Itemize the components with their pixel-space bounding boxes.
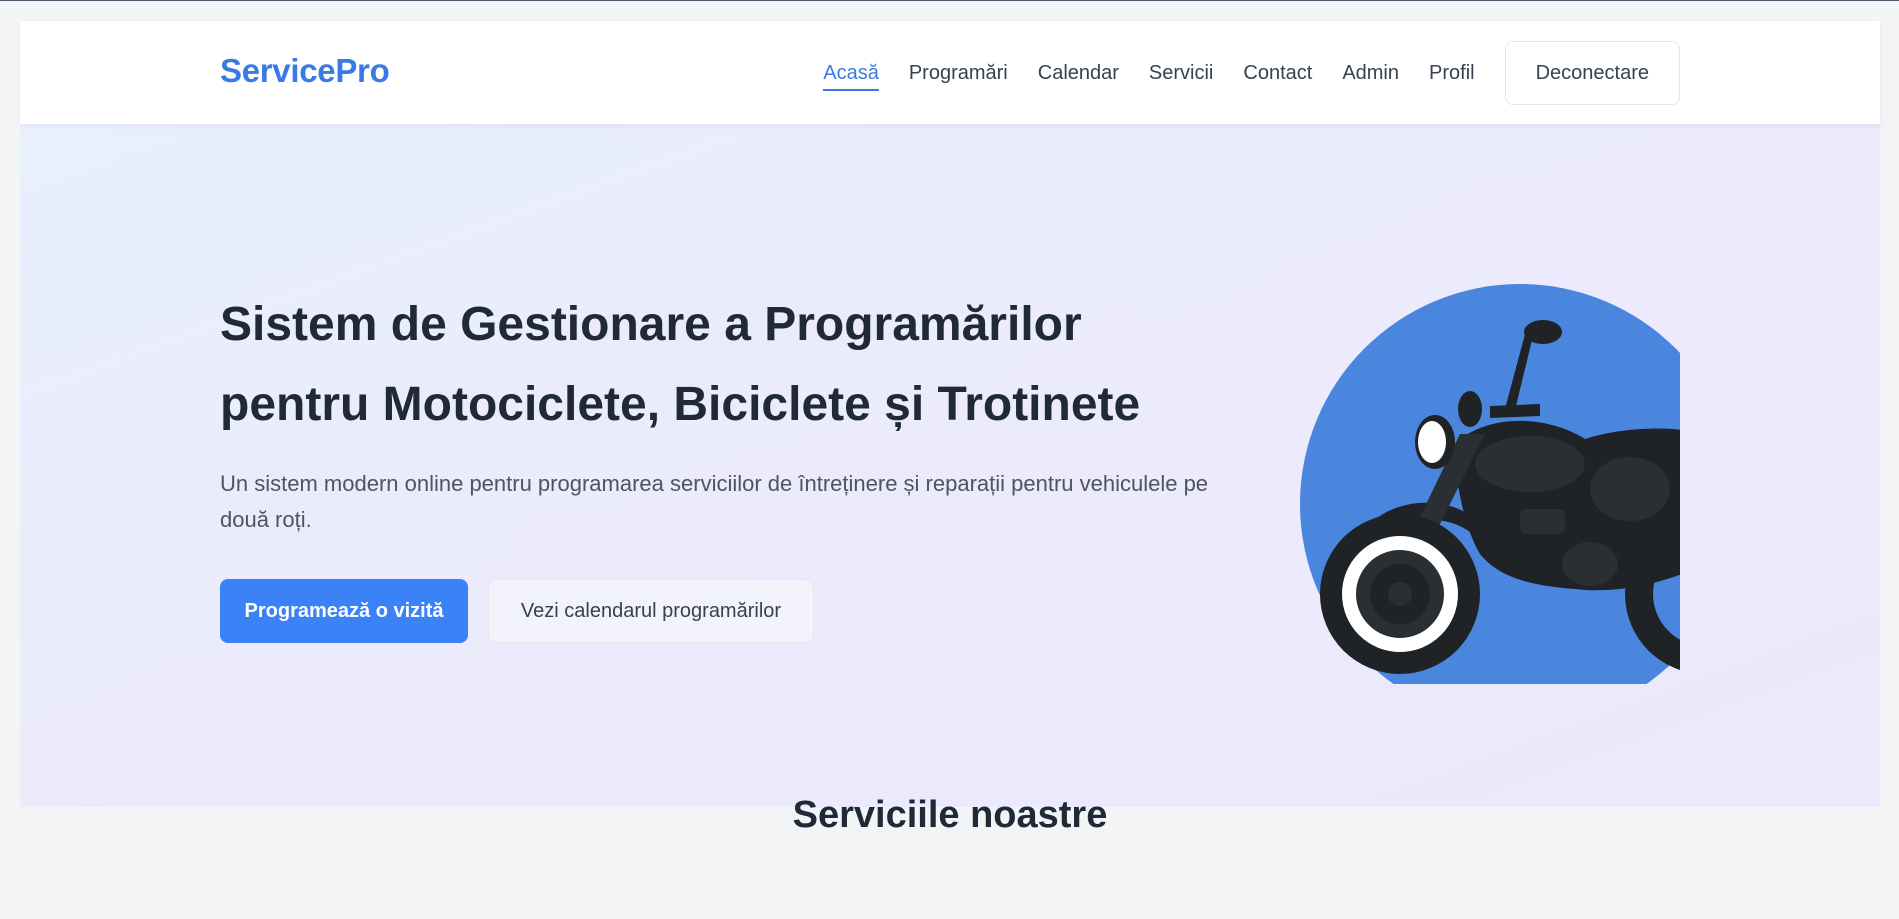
window-top-border (0, 0, 1899, 1)
book-visit-button[interactable]: Programează o vizită (220, 579, 468, 643)
hero-section: Sistem de Gestionare a Programărilor pen… (20, 124, 1880, 807)
motorcycle-icon (1300, 284, 1680, 684)
site-header: ServicePro Acasă Programări Calendar Ser… (20, 21, 1880, 124)
nav-link-acasa[interactable]: Acasă (823, 56, 879, 91)
nav-link-calendar[interactable]: Calendar (1038, 56, 1119, 91)
hero-title: Sistem de Gestionare a Programărilor pen… (220, 285, 1220, 445)
services-section-title: Serviciile noastre (792, 794, 1108, 836)
hero-title-line-2: pentru Motociclete, Biciclete și Trotine… (220, 378, 1141, 431)
hero-title-line-1: Sistem de Gestionare a Programărilor (220, 298, 1082, 351)
nav-link-programari[interactable]: Programări (909, 56, 1008, 91)
nav-link-contact[interactable]: Contact (1243, 56, 1312, 91)
motorcycle-illustration (1285, 264, 1680, 684)
logout-button[interactable]: Deconectare (1504, 41, 1680, 105)
hero-subtitle: Un sistem modern online pentru programar… (220, 471, 1209, 532)
page: ServicePro Acasă Programări Calendar Ser… (20, 21, 1880, 836)
nav-link-admin[interactable]: Admin (1342, 56, 1399, 91)
main-nav: Acasă Programări Calendar Servicii Conta… (793, 41, 1680, 105)
nav-link-profil[interactable]: Profil (1429, 56, 1475, 91)
view-calendar-button[interactable]: Vezi calendarul programărilor (488, 579, 814, 643)
logo[interactable]: ServicePro (220, 52, 390, 90)
nav-link-servicii[interactable]: Servicii (1149, 56, 1213, 91)
